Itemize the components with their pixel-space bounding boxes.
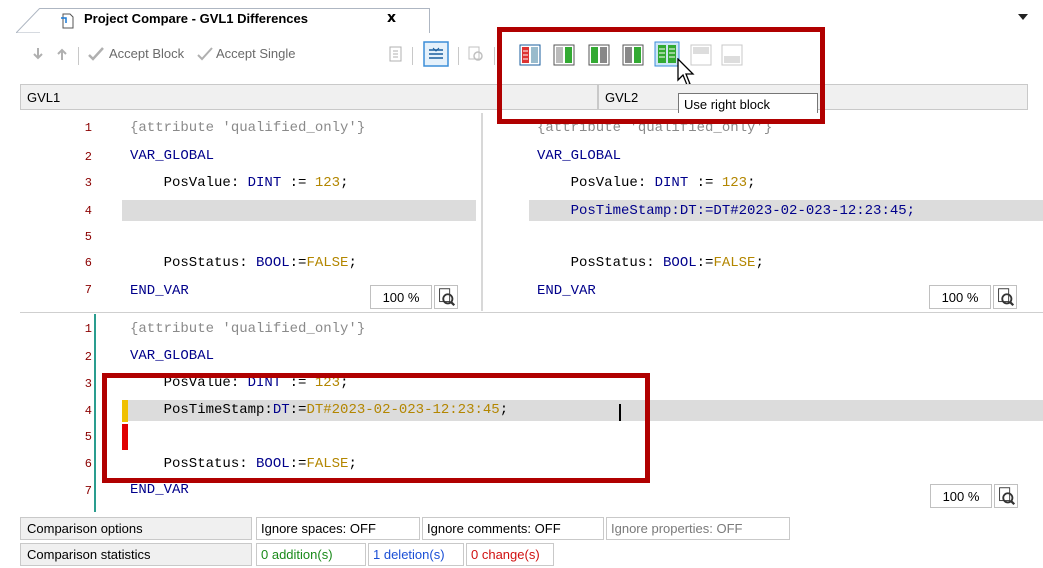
code-line: END_VAR: [130, 283, 189, 299]
tab-slant-decoration: [16, 8, 42, 33]
doc-icon[interactable]: [386, 44, 406, 64]
pane-divider: [20, 312, 1043, 313]
toolbar-separator: [412, 47, 413, 65]
zoom-icon[interactable]: [994, 484, 1018, 508]
line-number: 4: [84, 404, 92, 418]
code-line-merged: PosTimeStamp:DT:=DT#2023-02-023-12:23:45…: [130, 402, 509, 418]
comparison-statistics-label: Comparison statistics: [20, 543, 252, 566]
zoom-level[interactable]: 100 %: [929, 285, 991, 309]
zoom-level[interactable]: 100 %: [930, 484, 992, 508]
change-marker: [122, 400, 128, 422]
accept-single-button[interactable]: Accept Single: [216, 46, 296, 66]
left-path-bar: GVL1: [20, 84, 598, 110]
toolbar-separator: [78, 47, 79, 65]
arrow-up-icon[interactable]: [52, 44, 72, 64]
line-number: 6: [84, 457, 92, 471]
comparison-options-label: Comparison options: [20, 517, 252, 540]
use-both-icon[interactable]: [622, 44, 644, 66]
zoom-level[interactable]: 100 %: [370, 285, 432, 309]
document-icon: [61, 13, 74, 29]
code-line: PosValue: DINT := 123;: [130, 175, 349, 191]
diff-highlight: [122, 200, 476, 221]
chevron-down-icon[interactable]: [1018, 14, 1028, 20]
disabled-icon-2[interactable]: [721, 44, 743, 66]
deletions-count: 1 deletion(s): [368, 543, 464, 566]
code-line: END_VAR: [537, 283, 596, 299]
line-number: 7: [84, 484, 92, 498]
zoom-icon[interactable]: [993, 285, 1017, 309]
accept-block-icon[interactable]: [86, 44, 106, 64]
accept-block-button[interactable]: Accept Block: [109, 46, 184, 66]
code-line: VAR_GLOBAL: [130, 148, 215, 164]
pane-divider: [481, 113, 483, 311]
code-line: PosStatus: BOOL:=FALSE;: [130, 456, 357, 472]
arrow-down-icon[interactable]: [28, 44, 48, 64]
accept-single-icon[interactable]: [195, 44, 215, 64]
deletion-marker: [122, 424, 128, 450]
right-path-label: GVL2: [605, 90, 639, 105]
use-left-icon[interactable]: [553, 44, 575, 66]
code-line: PosStatus: BOOL:=FALSE;: [130, 255, 357, 271]
line-number: 3: [84, 176, 92, 190]
ignore-comments-toggle[interactable]: Ignore comments: OFF: [422, 517, 604, 540]
tab-title[interactable]: Project Compare - GVL1 Differences: [84, 11, 308, 26]
code-line: VAR_GLOBAL: [130, 348, 215, 364]
code-line: PosStatus: BOOL:=FALSE;: [537, 255, 764, 271]
additions-count: 0 addition(s): [256, 543, 366, 566]
toggle-inline-icon[interactable]: [423, 41, 449, 67]
code-line: {attribute 'qualified_only'}: [537, 120, 773, 136]
line-number: 5: [84, 230, 92, 244]
find-icon[interactable]: [466, 44, 486, 64]
code-line: {attribute 'qualified_only'}: [130, 321, 366, 337]
code-line: PosValue: DINT := 123;: [537, 175, 756, 191]
code-line: PosValue: DINT := 123;: [130, 375, 349, 391]
line-number: 7: [84, 283, 92, 297]
toolbar-separator: [458, 47, 459, 65]
ignore-properties-toggle[interactable]: Ignore properties: OFF: [606, 517, 790, 540]
line-number: 2: [84, 150, 92, 164]
ignore-spaces-toggle[interactable]: Ignore spaces: OFF: [256, 517, 420, 540]
changes-count: 0 change(s): [466, 543, 554, 566]
text-cursor: [619, 404, 621, 421]
line-number: 3: [84, 377, 92, 391]
right-editor-pane[interactable]: {attribute 'qualified_only'} VAR_GLOBAL …: [485, 113, 1043, 311]
toolbar-separator: [494, 47, 495, 65]
gutter-line: [94, 314, 96, 512]
line-number: 1: [84, 322, 92, 336]
left-editor-pane[interactable]: 1 2 3 4 5 6 7 {attribute 'qualified_only…: [20, 113, 478, 311]
left-path-label: GVL1: [27, 90, 61, 105]
line-number: 5: [84, 430, 92, 444]
line-number: 2: [84, 350, 92, 364]
line-number: 6: [84, 256, 92, 270]
code-line-added: PosTimeStamp:DT:=DT#2023-02-023-12:23:45…: [537, 203, 916, 219]
use-right-icon[interactable]: [588, 44, 610, 66]
code-line: VAR_GLOBAL: [537, 148, 622, 164]
zoom-icon[interactable]: [434, 285, 458, 309]
code-line: END_VAR: [130, 482, 189, 498]
merged-editor-pane[interactable]: 1 2 3 4 5 6 7 {attribute 'qualified_only…: [20, 314, 1043, 512]
line-number: 4: [84, 204, 92, 218]
close-icon[interactable]: x: [387, 10, 396, 26]
code-line: {attribute 'qualified_only'}: [130, 120, 366, 136]
use-left-block-icon[interactable]: [519, 44, 541, 66]
line-number: 1: [84, 121, 92, 135]
